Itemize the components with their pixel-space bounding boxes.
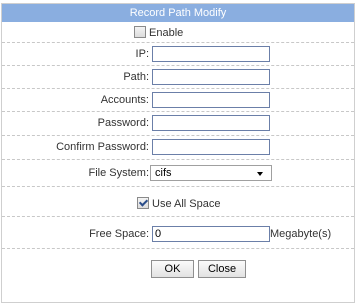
accounts-row: Accounts: [2,89,354,112]
password-input[interactable] [152,115,270,131]
password-row: Password: [2,112,354,136]
ok-button[interactable]: OK [151,260,194,278]
path-row: Path: [2,66,354,89]
free-space-input[interactable] [152,226,270,242]
use-all-space-row: Use All Space [2,187,354,217]
record-path-modify-dialog: Record Path Modify Enable IP: Path: Acco… [1,3,355,303]
enable-row: Enable [2,22,354,43]
confirm-password-input[interactable] [152,139,270,155]
enable-label: Enable [149,27,184,39]
chevron-down-icon [257,172,263,176]
use-all-space-checkbox[interactable]: Use All Space [137,197,220,210]
ip-input[interactable] [152,46,270,62]
password-label: Password: [97,117,149,129]
path-label: Path: [123,71,149,83]
file-system-row: File System: cifs [2,160,354,187]
confirm-password-label: Confirm Password: [56,141,149,153]
path-input[interactable] [152,69,270,85]
enable-checkbox[interactable]: Enable [134,26,183,39]
file-system-value: cifs [155,167,172,179]
ip-row: IP: [2,43,354,66]
ip-label: IP: [135,48,149,60]
accounts-input[interactable] [152,92,270,108]
close-button[interactable]: Close [198,260,246,278]
confirm-password-row: Confirm Password: [2,136,354,160]
accounts-label: Accounts: [100,94,149,106]
file-system-label: File System: [88,167,149,179]
file-system-select[interactable]: cifs [150,165,272,181]
dialog-title: Record Path Modify [2,4,354,22]
free-space-label: Free Space: [89,228,149,240]
use-all-space-label: Use All Space [152,198,221,210]
free-space-row: Free Space: Megabyte(s) [2,217,354,249]
enable-checkbox-box[interactable] [134,26,146,38]
use-all-space-checkbox-box[interactable] [137,197,149,209]
free-space-unit: Megabyte(s) [270,228,332,240]
button-row: OK Close [2,249,354,289]
